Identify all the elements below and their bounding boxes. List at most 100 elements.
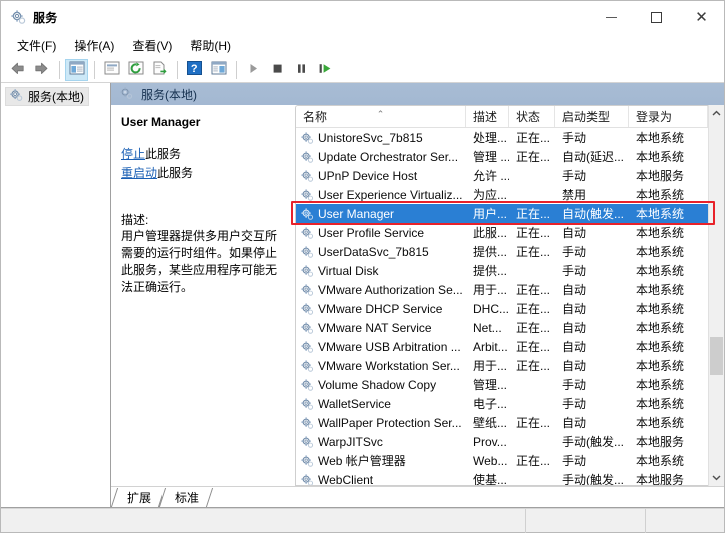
table-row[interactable]: UPnP Device Host 允许 ... 手动 本地服务 — [296, 166, 708, 185]
cell-description: 用于... — [473, 359, 508, 373]
column-header-name[interactable]: 名称 ⌃ — [296, 106, 466, 127]
main-body: 服务(本地) 服务(本地) User Manager 停止此服务 重启动此服务 … — [1, 83, 724, 508]
cell-description: 提供... — [473, 245, 508, 259]
service-name-text: WebClient — [318, 472, 374, 486]
tab-extended[interactable]: 扩展 — [114, 488, 163, 507]
restart-service-link[interactable]: 重启动 — [121, 166, 157, 180]
scrollbar-track[interactable] — [709, 122, 724, 469]
table-row[interactable]: WebClient 使基... 手动(触发... 本地服务 — [296, 470, 708, 485]
status-bar — [1, 508, 724, 533]
tree-item-services-local[interactable]: 服务(本地) — [5, 87, 89, 106]
column-header-status[interactable]: 状态 — [509, 106, 555, 127]
description-label: 描述: — [121, 213, 149, 227]
cell-startup-type: 手动 — [562, 378, 587, 392]
table-row[interactable]: WarpJITSvc Prov... 手动(触发... 本地服务 — [296, 432, 708, 451]
export-list-button[interactable] — [148, 59, 171, 81]
help-button[interactable]: ? — [183, 59, 206, 81]
toolbar-separator-3 — [177, 60, 178, 79]
cell-service-name: UserDataSvc_7b815 — [296, 245, 466, 259]
play-icon — [247, 62, 260, 78]
service-gear-icon — [301, 264, 314, 277]
pane-content: User Manager 停止此服务 重启动此服务 描述: 用户管理器提供多用户… — [111, 105, 724, 486]
table-row[interactable]: VMware USB Arbitration ... Arbit... 正在... 自… — [296, 337, 708, 356]
cell-description: 此服... — [473, 226, 508, 240]
table-row[interactable]: VMware Authorization Se... 用于... 正在... 自动 本地… — [296, 280, 708, 299]
scrollbar-thumb[interactable] — [710, 337, 723, 376]
scroll-up-button[interactable] — [709, 105, 724, 122]
service-name-text: UPnP Device Host — [318, 168, 418, 183]
cell-startup-type: 禁用 — [562, 188, 587, 202]
show-console-tree-button[interactable] — [65, 58, 88, 81]
cell-log-on-as: 本地服务 — [636, 473, 685, 485]
table-row[interactable]: User Experience Virtualiz... 为应... 禁用 本地系统 — [296, 185, 708, 204]
table-row[interactable]: UnistoreSvc_7b815 处理... 正在... 手动 本地系统 — [296, 128, 708, 147]
maximize-button[interactable] — [634, 1, 679, 33]
service-gear-icon — [301, 378, 314, 391]
table-row[interactable]: Web 帐户管理器 Web... 正在... 手动 本地系统 — [296, 451, 708, 470]
cell-service-name: VMware Workstation Ser... — [296, 359, 466, 373]
refresh-button[interactable] — [124, 59, 147, 81]
close-button[interactable]: ✕ — [679, 1, 724, 33]
service-name-text: VMware Authorization Se... — [318, 282, 463, 297]
table-row[interactable]: User Manager 用户... 正在... 自动(触发... 本地系统 — [296, 204, 708, 223]
show-action-pane-button[interactable] — [207, 59, 230, 81]
cell-description: DHC... — [473, 301, 509, 316]
scroll-down-button[interactable] — [709, 469, 724, 486]
list-vertical-scrollbar[interactable] — [708, 105, 724, 486]
stop-service-link[interactable]: 停止 — [121, 147, 145, 161]
cell-log-on-as: 本地服务 — [636, 169, 685, 183]
menu-view[interactable]: 查看(V) — [123, 34, 181, 57]
start-service-button[interactable] — [242, 59, 265, 81]
cell-description: 处理... — [473, 131, 508, 145]
menu-file[interactable]: 文件(F) — [8, 34, 65, 57]
table-row[interactable]: VMware DHCP Service DHC... 正在... 自动 本地系统 — [296, 299, 708, 318]
cell-status: 正在... — [516, 340, 551, 354]
table-row[interactable]: WallPaper Protection Ser... 壁纸... 正在... 自动 本… — [296, 413, 708, 432]
sort-ascending-icon: ⌃ — [376, 109, 385, 119]
cell-status: 正在... — [516, 150, 551, 164]
pause-service-button[interactable] — [290, 59, 313, 81]
cell-startup-type: 自动(延迟... — [562, 150, 624, 164]
table-row[interactable]: VMware NAT Service Net... 正在... 自动 本地系统 — [296, 318, 708, 337]
cell-startup-type: 自动 — [562, 302, 587, 316]
cell-startup-type: 手动 — [562, 264, 587, 278]
cell-description: 使基... — [473, 473, 508, 485]
table-row[interactable]: Virtual Disk 提供... 手动 本地系统 — [296, 261, 708, 280]
cell-log-on-as: 本地系统 — [636, 321, 685, 335]
forward-button[interactable] — [30, 59, 53, 81]
minimize-button[interactable] — [589, 1, 634, 33]
cell-log-on-as: 本地系统 — [636, 378, 685, 392]
cell-status: 正在... — [516, 207, 551, 221]
table-row[interactable]: Volume Shadow Copy 管理... 手动 本地系统 — [296, 375, 708, 394]
back-button[interactable] — [6, 59, 29, 81]
tab-standard[interactable]: 标准 — [162, 488, 211, 507]
cell-startup-type: 手动(触发... — [562, 435, 624, 449]
column-header-startup-type[interactable]: 启动类型 — [555, 106, 629, 127]
table-row[interactable]: UserDataSvc_7b815 提供... 正在... 手动 本地系统 — [296, 242, 708, 261]
column-header-description[interactable]: 描述 — [466, 106, 509, 127]
export-list-icon — [152, 61, 168, 78]
cell-service-name: WebClient — [296, 472, 466, 486]
service-gear-icon — [301, 359, 314, 372]
restart-service-button[interactable] — [314, 59, 337, 81]
menu-help[interactable]: 帮助(H) — [181, 34, 240, 57]
column-header-log-on-as[interactable]: 登录为 — [629, 106, 708, 127]
table-row[interactable]: User Profile Service 此服... 正在... 自动 本地系统 — [296, 223, 708, 242]
cell-startup-type: 手动 — [562, 245, 587, 259]
service-name-text: VMware Workstation Ser... — [318, 358, 460, 373]
service-name-text: User Manager — [318, 206, 395, 221]
service-gear-icon — [301, 188, 314, 201]
service-gear-icon — [301, 302, 314, 315]
menu-action[interactable]: 操作(A) — [65, 34, 123, 57]
service-name-text: Virtual Disk — [318, 263, 379, 278]
stop-service-button[interactable] — [266, 59, 289, 81]
cell-startup-type: 自动 — [562, 416, 587, 430]
table-row[interactable]: Update Orchestrator Ser... 管理 ... 正在... 自动(… — [296, 147, 708, 166]
cell-status: 正在... — [516, 131, 551, 145]
services-list: 名称 ⌃ 描述 状态 启动类型 登录为 UnistoreSvc_7b815 处理.… — [295, 105, 708, 486]
table-row[interactable]: VMware Workstation Ser... 用于... 正在... 自动 本地系… — [296, 356, 708, 375]
properties-button[interactable] — [100, 59, 123, 81]
tab-standard-label: 标准 — [175, 491, 200, 505]
table-row[interactable]: WalletService 电子... 手动 本地系统 — [296, 394, 708, 413]
back-arrow-icon — [9, 61, 26, 79]
